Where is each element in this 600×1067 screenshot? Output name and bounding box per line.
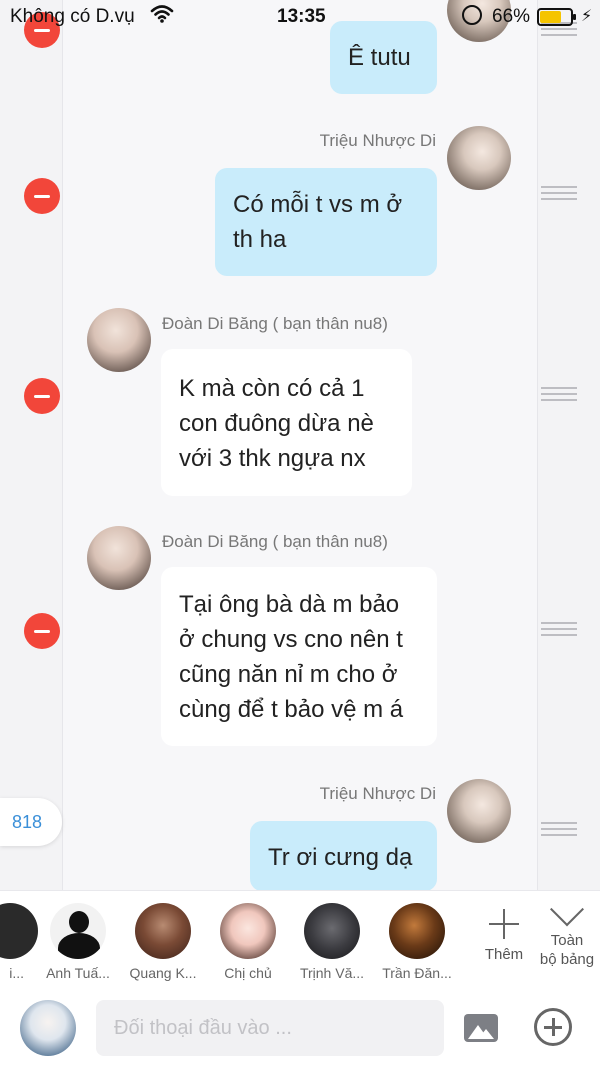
orientation-lock-icon	[462, 5, 482, 25]
charging-icon: ⚡	[581, 8, 593, 25]
status-bar: Không có D.vụ 13:35 66% ⚡	[0, 0, 600, 34]
message-line: Tại ông bà dà m bảo	[179, 591, 400, 618]
contact-item[interactable]: i...	[0, 903, 46, 981]
remove-message-button[interactable]	[24, 613, 60, 649]
contact-name: Chị chủ	[224, 965, 272, 981]
message-bubble[interactable]: K mà còn có cả 1 con đuông dừa nè với 3 …	[161, 349, 412, 496]
message-line: ở chung vs cno nên t	[179, 626, 403, 653]
message-line: con đuông dừa nè	[179, 410, 374, 437]
sender-name: Triệu Nhược Di	[319, 784, 436, 803]
drag-handle[interactable]	[541, 186, 577, 200]
remove-message-button[interactable]	[24, 178, 60, 214]
sender-avatar[interactable]	[447, 126, 511, 190]
clock: 13:35	[277, 6, 326, 27]
contact-avatar	[220, 903, 276, 959]
carrier-label: Không có D.vụ	[10, 6, 135, 27]
contact-name: i...	[9, 965, 24, 981]
chevron-down-icon	[550, 892, 584, 927]
contact-item[interactable]: Chị chủ	[212, 903, 284, 981]
contact-name: Anh Tuấ...	[46, 965, 110, 981]
my-avatar[interactable]	[20, 1000, 76, 1056]
contact-avatar	[50, 903, 106, 959]
contact-item[interactable]: Quang K...	[127, 903, 199, 981]
message-count-badge[interactable]: 818	[0, 798, 62, 846]
image-icon[interactable]	[464, 1014, 498, 1042]
contact-avatar	[135, 903, 191, 959]
message-line: Tr ơi cưng dạ	[268, 844, 413, 871]
plus-icon	[489, 909, 519, 939]
message-line: Ê tutu	[348, 44, 411, 71]
contact-name: Quang K...	[129, 965, 197, 981]
message-bubble[interactable]: Tr ơi cưng dạ	[250, 821, 437, 891]
drag-handle[interactable]	[541, 387, 577, 401]
all-board-label: Toàn	[550, 932, 584, 949]
drag-handle[interactable]	[541, 622, 577, 636]
contact-item[interactable]: Anh Tuấ...	[42, 903, 114, 981]
sender-avatar[interactable]	[447, 779, 511, 843]
drag-handle[interactable]	[541, 822, 577, 836]
contacts-strip: i... Anh Tuấ... Quang K... Chị chủ Trịnh…	[0, 890, 600, 990]
message-line: Có mỗi t vs m ở	[233, 191, 403, 218]
remove-message-button[interactable]	[24, 378, 60, 414]
message-line: cùng để t bảo vệ m á	[179, 696, 404, 723]
contact-avatar	[304, 903, 360, 959]
battery-icon	[537, 8, 576, 26]
sender-name: Triệu Nhược Di	[319, 131, 436, 150]
contact-name: Trần Đăn...	[382, 965, 452, 981]
contact-item[interactable]: Trần Đăn...	[381, 903, 453, 981]
message-line: với 3 thk ngựa nx	[179, 445, 366, 472]
battery-percent: 66%	[492, 6, 531, 27]
sender-name: Đoàn Di Băng ( bạn thân nu8)	[162, 532, 388, 551]
contact-name: Trịnh Vă...	[299, 965, 365, 981]
add-label: Thêm	[484, 946, 524, 963]
wifi-icon	[150, 5, 174, 23]
add-contact-button[interactable]: Thêm	[478, 901, 530, 964]
message-line: cũng năn nỉ m cho ở	[179, 661, 398, 688]
message-input[interactable]	[96, 1000, 444, 1056]
message-line: th ha	[233, 226, 287, 253]
all-board-label: bộ bảng	[539, 951, 595, 968]
input-bar	[0, 990, 600, 1067]
all-board-button[interactable]: Toàn bộ bảng	[534, 892, 600, 969]
message-line: K mà còn có cả 1	[179, 375, 365, 402]
contact-avatar	[0, 903, 38, 959]
message-bubble[interactable]: Có mỗi t vs m ở th ha	[215, 168, 437, 276]
sender-avatar[interactable]	[87, 308, 151, 372]
contact-avatar	[389, 903, 445, 959]
message-bubble[interactable]: Tại ông bà dà m bảo ở chung vs cno nên t…	[161, 567, 437, 746]
contact-item[interactable]: Trịnh Vă...	[296, 903, 368, 981]
sender-avatar[interactable]	[87, 526, 151, 590]
add-circle-icon[interactable]	[534, 1008, 572, 1046]
sender-name: Đoàn Di Băng ( bạn thân nu8)	[162, 314, 388, 333]
